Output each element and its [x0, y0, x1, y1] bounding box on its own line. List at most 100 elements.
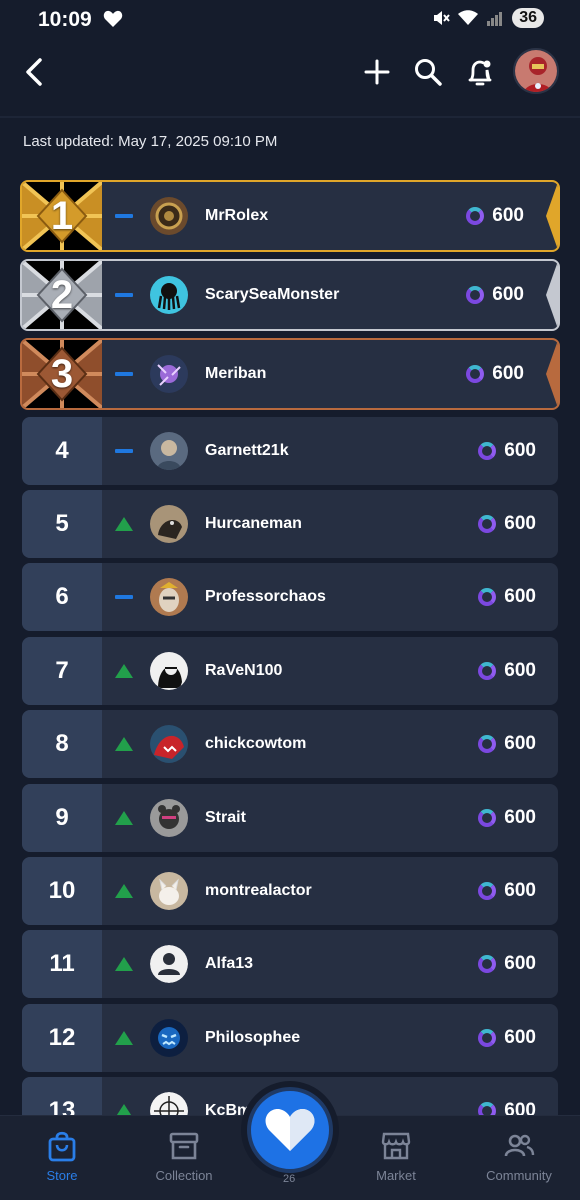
signal-icon: [487, 12, 503, 26]
search-icon: [415, 59, 442, 86]
user-avatar[interactable]: [150, 432, 188, 470]
coin-icon: [478, 588, 497, 606]
trend-up-icon: [102, 737, 146, 751]
leaderboard-list[interactable]: 1 MrRolex 600 2 ScarySeaMonster 600 3 Me…: [20, 180, 560, 1115]
rank-number: 11: [22, 930, 102, 998]
rank-number: 3: [50, 351, 74, 396]
coin-icon: [478, 735, 497, 753]
score: 600: [478, 953, 536, 975]
heart-icon: [103, 10, 123, 33]
score: 600: [466, 205, 524, 227]
search-button[interactable]: [412, 56, 444, 88]
user-avatar[interactable]: [150, 355, 188, 393]
leaderboard-row[interactable]: 6 Professorchaos 600: [22, 563, 558, 631]
trend-same-icon: [102, 293, 146, 297]
username: MrRolex: [205, 207, 269, 224]
trend-up-icon: [102, 517, 146, 531]
chevron-left-icon: [26, 58, 42, 86]
score: 600: [478, 513, 536, 535]
user-avatar[interactable]: [150, 1019, 188, 1057]
score-value: 600: [504, 586, 536, 607]
leaderboard-row[interactable]: 8 chickcowtom 600: [22, 710, 558, 778]
score-value: 600: [504, 1100, 536, 1115]
score: 600: [478, 586, 536, 608]
rank-number: 9: [22, 784, 102, 852]
user-avatar[interactable]: [150, 578, 188, 616]
coin-icon: [478, 1102, 497, 1115]
rank-number: 8: [22, 710, 102, 778]
leaderboard-row[interactable]: 4 Garnett21k 600: [22, 417, 558, 485]
favorites-fab-button[interactable]: [247, 1087, 333, 1173]
coin-icon: [466, 207, 485, 225]
leaderboard-row-top1[interactable]: 1 MrRolex 600: [20, 180, 560, 252]
heart-icon: [265, 1108, 315, 1151]
coin-icon: [478, 442, 497, 460]
username: Philosophee: [205, 1029, 301, 1046]
coin-icon: [466, 365, 485, 383]
score-value: 600: [492, 363, 524, 384]
nav-community-label: Community: [486, 1168, 552, 1183]
score: 600: [478, 440, 536, 462]
leaderboard-row-top2[interactable]: 2 ScarySeaMonster 600: [20, 259, 560, 331]
status-bar: 10:09 36: [0, 0, 580, 40]
score: 600: [478, 733, 536, 755]
shopping-bag-icon: [48, 1131, 76, 1162]
rank-number: 12: [22, 1004, 102, 1072]
storefront-icon: [381, 1132, 411, 1160]
trend-same-icon: [102, 372, 146, 376]
rank-number: 6: [22, 563, 102, 631]
trend-same-icon: [102, 214, 146, 218]
notifications-button[interactable]: [464, 56, 496, 88]
leaderboard-row[interactable]: 9 Strait 600: [22, 784, 558, 852]
score-value: 600: [492, 205, 524, 226]
user-avatar[interactable]: [150, 799, 188, 837]
add-button[interactable]: [361, 56, 393, 88]
nav-collection[interactable]: Collection: [129, 1130, 239, 1183]
coin-icon: [478, 1029, 497, 1047]
status-time: 10:09: [38, 8, 92, 31]
gold-medal-icon: 1: [22, 182, 102, 250]
trend-up-icon: [102, 1104, 146, 1115]
score: 600: [478, 807, 536, 829]
people-icon: [504, 1134, 535, 1157]
leaderboard-row[interactable]: 7 RaVeN100 600: [22, 637, 558, 705]
leaderboard-row[interactable]: 12 Philosophee 600: [22, 1004, 558, 1072]
user-avatar[interactable]: [150, 872, 188, 910]
username: chickcowtom: [205, 735, 307, 752]
profile-avatar[interactable]: [513, 48, 559, 94]
leaderboard-row-top3[interactable]: 3 Meriban 600: [20, 338, 560, 410]
trend-same-icon: [102, 595, 146, 599]
battery-indicator: 36: [512, 8, 544, 28]
mute-icon: [434, 11, 450, 25]
user-avatar[interactable]: [150, 197, 188, 235]
row-edge: [546, 261, 558, 329]
row-edge: [546, 182, 558, 250]
score: 600: [478, 1100, 536, 1115]
user-avatar[interactable]: [150, 276, 188, 314]
username: ScarySeaMonster: [205, 286, 340, 303]
nav-store-label: Store: [46, 1168, 78, 1183]
fab-badge: 26: [283, 1173, 296, 1185]
leaderboard-row[interactable]: 5 Hurcaneman 600: [22, 490, 558, 558]
nav-market-label: Market: [376, 1168, 416, 1183]
username: Strait: [205, 809, 246, 826]
coin-icon: [478, 662, 497, 680]
coin-icon: [478, 882, 497, 900]
user-avatar[interactable]: [150, 505, 188, 543]
score-value: 600: [504, 807, 536, 828]
nav-community[interactable]: Community: [464, 1130, 574, 1183]
leaderboard-row[interactable]: 10 montrealactor 600: [22, 857, 558, 925]
user-avatar[interactable]: [150, 725, 188, 763]
nav-market[interactable]: Market: [341, 1130, 451, 1183]
user-avatar[interactable]: [150, 652, 188, 690]
leaderboard-row[interactable]: 11 Alfa13 600: [22, 930, 558, 998]
back-button[interactable]: [18, 54, 54, 90]
username: Meriban: [205, 365, 267, 382]
trend-up-icon: [102, 664, 146, 678]
default-avatar-icon[interactable]: [150, 945, 188, 983]
rank-number: 5: [22, 490, 102, 558]
username: Hurcaneman: [205, 515, 302, 532]
nav-store[interactable]: Store: [7, 1130, 117, 1183]
user-avatar[interactable]: [150, 1092, 188, 1115]
silver-medal-icon: 2: [22, 261, 102, 329]
